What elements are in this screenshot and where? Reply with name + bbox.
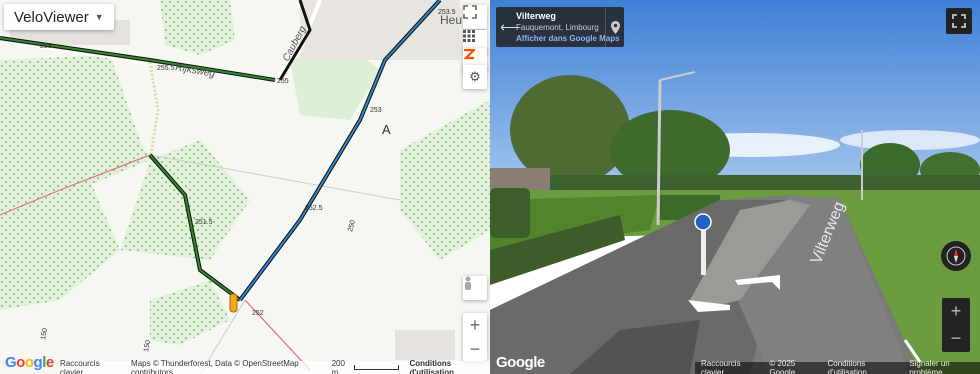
copyright-text: © 2025 Google [769,359,796,374]
zoom-in-button[interactable]: + [463,313,487,337]
location-title: Vilterweg [516,11,556,21]
elevation-label: 250 [347,219,357,232]
compass-button[interactable] [941,241,971,271]
map-type-button[interactable]: VeloViewer ▼ [4,4,114,30]
forest-area [160,0,235,55]
zoom-out-button[interactable]: − [942,325,970,352]
report-problem-link[interactable]: Signaler un problème [909,359,980,374]
strava-icon [463,48,475,60]
zoom-out-button[interactable]: − [463,337,487,361]
scale-bar [353,365,400,370]
elevation-label: 252.5 [305,205,323,212]
pegman-button[interactable] [463,276,487,300]
streetview-header: ⟵ Vilterweg Fauquemont, Limbourg Affiche… [496,7,624,47]
road-label: Rijksweg [174,62,216,80]
elevation-label: 255 [277,78,289,85]
fullscreen-icon [463,5,477,19]
elevation-label: 253 [370,107,382,114]
map-zoom-control: + − [463,313,487,361]
map-pane[interactable]: A Heu Rijksweg Cauberg 256 255.5 255 253… [0,0,490,374]
terms-link[interactable]: Conditions d'utilisation [409,359,490,374]
elevation-label: 252 [252,310,264,317]
grid-icon [463,30,475,42]
keyboard-shortcuts-link[interactable]: Raccourcis clavier [701,359,761,374]
streetview-fullscreen-button[interactable] [946,8,972,34]
forest-area [400,100,490,260]
streetview-zoom-control: + − [942,298,970,352]
keyboard-shortcuts-link[interactable]: Raccourcis clavier [60,359,119,374]
forest-area [150,280,230,345]
elevation-label: 251.5 [195,219,213,226]
elevation-label: 150 [40,328,49,341]
settings-button[interactable]: ⚙ [463,65,487,89]
elevation-label: 150 [143,340,152,353]
fullscreen-button[interactable] [463,5,487,29]
streetview-footer: Raccourcis clavier © 2025 Google Conditi… [695,359,980,374]
map-type-label: VeloViewer [14,8,89,26]
pegman-icon [465,276,471,290]
scale-label: 200 m [331,358,345,374]
location-pin-icon[interactable] [605,7,624,47]
chevron-down-icon: ▼ [94,12,104,22]
elevation-label: 253.5 [438,9,456,16]
map-footer: Raccourcis clavier Maps © Thunderforest,… [60,358,490,374]
google-logo[interactable]: Google [496,354,545,371]
letter-marker: A [382,122,391,137]
map-canvas[interactable]: A Heu Rijksweg Cauberg 256 255.5 255 253… [0,0,490,374]
compass-icon [946,246,966,266]
elevation-label: 255.5 [157,65,175,72]
google-logo[interactable]: Google [5,354,54,371]
zoom-in-button[interactable]: + [942,298,970,325]
pegman-marker [229,293,238,313]
terms-link[interactable]: Conditions d'utilisation [828,359,902,374]
fullscreen-icon [952,14,966,28]
map-attribution: Maps © Thunderforest, Data © OpenStreetM… [131,358,299,374]
location-subtitle: Fauquemont, Limbourg [516,23,599,32]
streetview-pane[interactable]: Vilterweg ⟵ Vilterweg Fauquemont, Limbou… [490,0,980,374]
streetview-panorama[interactable]: Vilterweg [490,0,980,374]
gear-icon: ⚙ [469,69,481,84]
elevation-label: 256 [40,43,52,50]
